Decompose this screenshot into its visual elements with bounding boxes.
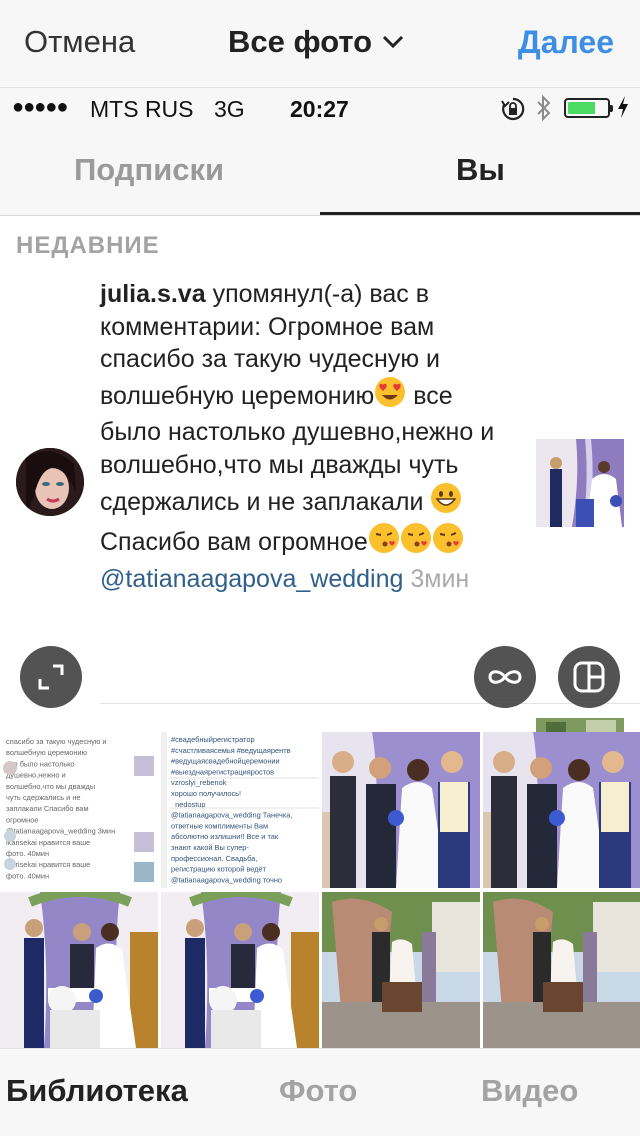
next-button[interactable]: Далее [518, 24, 614, 61]
screenshot-text-line: #ведущаясвадебнойцеремонии [171, 757, 280, 766]
tab-photo[interactable]: Фото [279, 1073, 357, 1109]
screenshot-text-line: знают какой Вы супер- [171, 843, 249, 852]
battery-fill [568, 102, 595, 114]
bluetooth-icon [535, 94, 553, 128]
screenshot-text-line: спасибо за такую чудесную и [6, 737, 107, 746]
grid-photo-couple-2[interactable] [483, 732, 640, 888]
grid-photo-outdoor-1[interactable] [322, 892, 480, 1048]
activity-tabs: Подписки Вы [0, 128, 640, 216]
bottom-tab-bar: Библиотека Фото Видео [0, 1048, 640, 1136]
screenshot-text-line: фото. 40мин [6, 871, 49, 880]
grid-photo-ceremony-1[interactable] [0, 892, 158, 1048]
screenshot-text-line: заплакали Спасибо вам [6, 804, 89, 813]
grinning-emoji-icon [430, 482, 462, 523]
screenshot-text-line: профессионал. Свадьба, [171, 854, 257, 863]
grid-photo-ceremony-2[interactable] [161, 892, 319, 1048]
screenshot-text-line: @tatianaagapova_wedding точно [171, 875, 282, 884]
section-header: НЕДАВНИЕ [16, 232, 160, 259]
charging-bolt-icon [616, 95, 630, 125]
timestamp: 3мин [403, 564, 470, 593]
layout-icon [573, 661, 605, 693]
mention-link[interactable]: @tatianaagapova_wedding [100, 565, 403, 593]
username-link[interactable]: julia.s.va [100, 280, 206, 308]
tab-video[interactable]: Видео [481, 1073, 578, 1109]
screenshot-text-line: абсолютно излишни!! Все и так [171, 832, 279, 841]
expand-button[interactable] [20, 646, 82, 708]
boomerang-button[interactable] [474, 646, 536, 708]
carrier-name: MTS RUS [90, 96, 194, 122]
screen: Отмена Все фото Далее ●●●●● MTS RUS 3G 2… [0, 0, 640, 1136]
activity-feed[interactable]: НЕДАВНИЕ julia.s.va упомянул(-а) вас в к… [0, 216, 640, 732]
album-title: Все фото [228, 24, 373, 59]
grid-photo-couple-1[interactable] [322, 732, 480, 888]
status-bar: ●●●●● MTS RUS 3G 20:27 [0, 88, 640, 128]
screenshot-text-line: огромное [6, 815, 38, 824]
notification-text[interactable]: julia.s.va упомянул(-а) вас в комментари… [100, 278, 520, 595]
album-selector[interactable]: Все фото [228, 24, 404, 60]
screenshot-text-line: @tatianaagapova_wedding 3мин [6, 827, 115, 836]
screenshot-text-line: vzroslyi_rebenok [171, 778, 227, 787]
screenshot-text-line: хорошо получилось! [171, 789, 241, 798]
screenshot-text-line: регистрацию которой ведёт [171, 865, 267, 874]
next-post-thumbnail[interactable] [536, 718, 624, 732]
active-tab-indicator [320, 212, 640, 215]
screenshot-text-line: ikarisekai нравится ваше [6, 860, 90, 869]
signal-dots: ●●●●● [12, 96, 68, 118]
expand-icon [38, 664, 64, 690]
tab-library[interactable]: Библиотека [6, 1073, 188, 1109]
heart-eyes-emoji-icon [374, 376, 406, 417]
screenshot-text-line: @tatianaagapova_wedding Танечка, [171, 811, 292, 820]
lock-rotation-icon [500, 96, 526, 128]
screenshot-text-line: #счастливаясемья #ведущаярентв [171, 746, 291, 755]
clock: 20:27 [290, 96, 349, 122]
cancel-button[interactable]: Отмена [24, 24, 135, 60]
kiss-emoji-icon [400, 522, 432, 563]
screenshot-text-line: #выезднаярегистрацияростов [171, 767, 274, 776]
kiss-emoji-icon [368, 522, 400, 563]
screenshot-text-line: волшебную церемонию [6, 748, 88, 757]
comment-text-3: Спасибо вам огромное [100, 528, 368, 557]
battery-icon [564, 98, 613, 118]
avatar[interactable] [16, 448, 84, 516]
screenshot-text-line: фото. 40мин [6, 849, 49, 858]
screenshot-text-line: _nedostup_ [170, 800, 211, 809]
tab-you[interactable]: Вы [456, 152, 505, 188]
grid-photo-screenshot-2[interactable]: #свадебныйрегистратор #счастливаясемья #в… [161, 732, 319, 888]
screenshot-text-line: чуть сдержались и не [6, 793, 81, 802]
screenshot-text-line: волшебно,что мы дважды [6, 782, 95, 791]
screenshot-text-line: #свадебныйрегистратор [171, 735, 255, 744]
grid-photo-outdoor-2[interactable] [483, 892, 640, 1048]
top-nav-bar: Отмена Все фото Далее [0, 0, 640, 88]
photo-grid: спасибо за такую чудесную и волшебную цер… [0, 732, 640, 1048]
post-thumbnail[interactable] [536, 439, 624, 527]
tab-following[interactable]: Подписки [74, 152, 224, 188]
chevron-down-icon [382, 35, 404, 54]
screenshot-text-line: ответные комплименты Вам [171, 821, 268, 830]
kiss-emoji-icon [432, 522, 464, 563]
screenshot-text-line: ikarisekai нравится ваше [6, 838, 90, 847]
network-type: 3G [214, 96, 245, 122]
layout-button[interactable] [558, 646, 620, 708]
boomerang-icon [488, 670, 522, 684]
grid-photo-screenshot-1[interactable]: спасибо за такую чудесную и волшебную цер… [0, 732, 158, 888]
